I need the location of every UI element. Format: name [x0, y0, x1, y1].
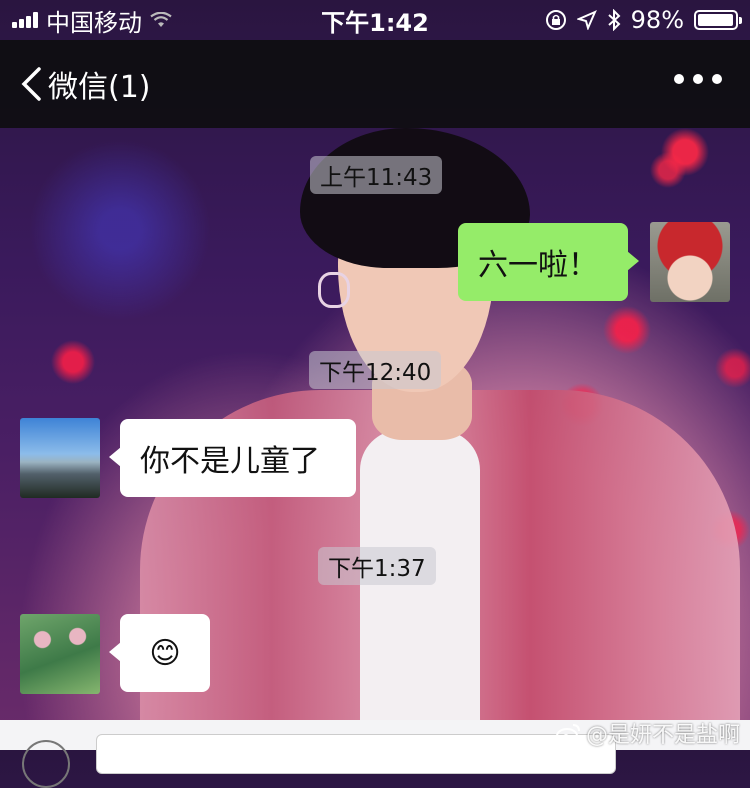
more-dots-icon[interactable]	[674, 74, 722, 84]
weibo-icon	[555, 724, 580, 744]
message-timestamp: 上午11:43	[310, 156, 443, 194]
watermark-text: @是妍不是盐啊	[585, 723, 740, 748]
voice-icon[interactable]	[22, 740, 70, 788]
message-timestamp: 下午12:40	[309, 351, 442, 389]
back-button[interactable]: 微信(1)	[20, 62, 151, 106]
watermark: @是妍不是盐啊	[555, 716, 740, 750]
chevron-left-icon	[21, 67, 41, 101]
avatar-self[interactable]	[650, 222, 730, 302]
battery-fill	[698, 14, 734, 26]
message-bubble-incoming[interactable]: 你不是儿童了	[109, 419, 356, 497]
message-input[interactable]	[96, 734, 616, 774]
battery-percent: 98%	[630, 6, 684, 34]
message-timestamp: 下午1:37	[318, 547, 436, 585]
smile-emoji: 😊	[149, 635, 181, 671]
avatar-contact[interactable]	[20, 614, 100, 694]
earring-shape	[318, 272, 350, 308]
nav-bar: 微信(1)	[0, 40, 750, 128]
status-bar: 中国移动 下午1:42 98%	[0, 0, 750, 40]
status-right: 98%	[545, 0, 742, 40]
battery-icon	[694, 10, 742, 30]
avatar-contact[interactable]	[20, 418, 100, 498]
bluetooth-icon	[607, 9, 621, 31]
rotation-lock-icon	[545, 10, 566, 30]
back-label: 微信(1)	[48, 70, 151, 105]
message-bubble-incoming[interactable]: 😊	[109, 614, 210, 692]
message-bubble-outgoing[interactable]: 六一啦！	[458, 223, 639, 301]
location-arrow-icon	[576, 10, 597, 30]
